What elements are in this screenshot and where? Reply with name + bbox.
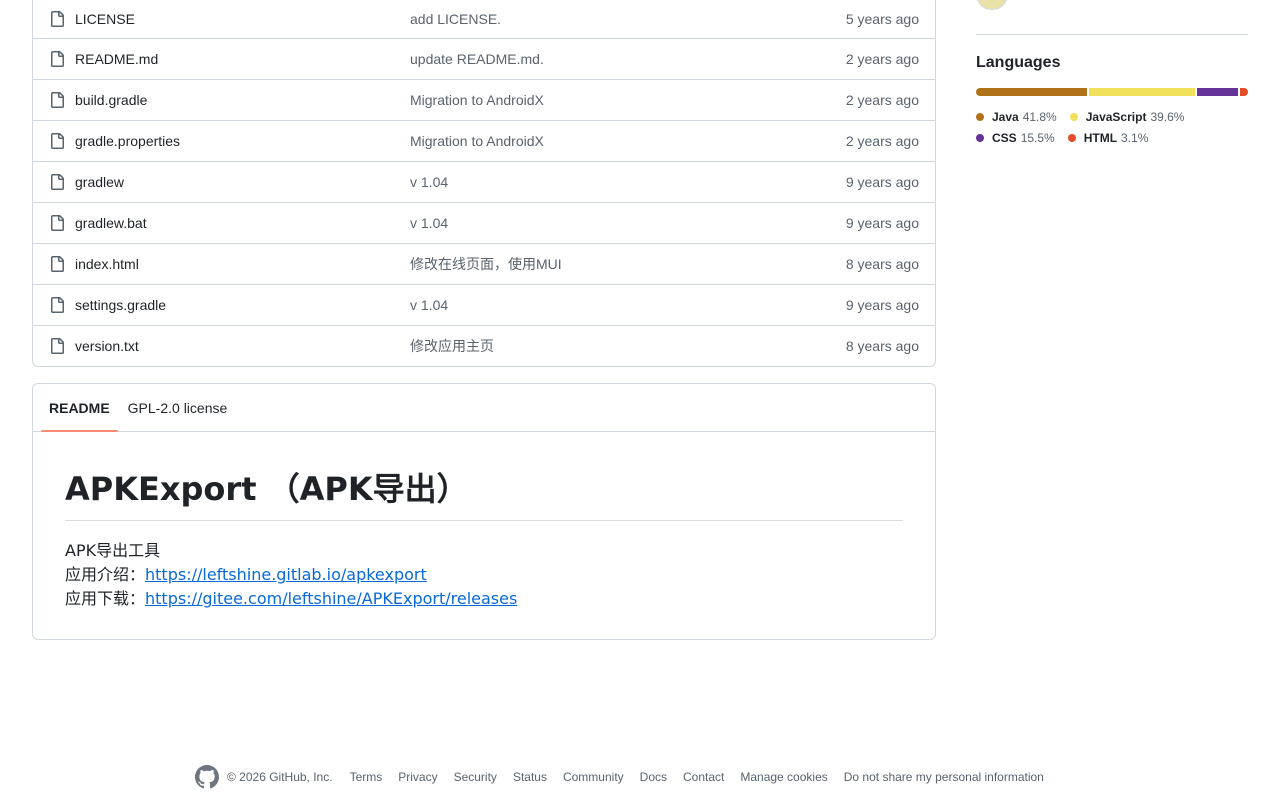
language-dot [976,112,984,121]
table-row[interactable]: settings.gradle v 1.04 9 years ago [33,284,935,325]
tab-license[interactable]: GPL-2.0 license [120,384,236,431]
table-row[interactable]: index.html 修改在线页面，使用MUI 8 years ago [33,243,935,284]
commit-date: 2 years ago [845,51,919,67]
language-list: Java 41.8% JavaScript 39.6% CSS 15.5% HT… [976,106,1248,148]
file-name-link[interactable]: version.txt [75,338,410,354]
file-icon [49,133,65,149]
commit-message-link[interactable]: Migration to AndroidX [410,92,846,108]
language-bar-segment-html[interactable] [1239,88,1248,96]
language-item-java[interactable]: Java 41.8% [976,106,1057,127]
commit-date: 5 years ago [845,11,919,27]
file-icon [49,256,65,272]
language-dot [1067,133,1076,142]
readme-label: 应用下载： [65,589,146,608]
language-bar [976,88,1248,96]
commit-date: 9 years ago [845,174,919,190]
file-icon [49,215,65,231]
file-name-link[interactable]: README.md [75,51,410,67]
language-item-javascript[interactable]: JavaScript 39.6% [1069,106,1185,127]
commit-message-link[interactable]: v 1.04 [410,297,846,313]
footer-link-terms[interactable]: Terms [350,770,383,784]
readme-panel: README GPL-2.0 license APKExport （APK导出）… [32,383,936,640]
language-percent: 41.8% [1022,109,1057,124]
footer-link-privacy[interactable]: Privacy [398,770,437,784]
commit-date: 8 years ago [845,256,919,272]
table-row[interactable]: LICENSE add LICENSE. 5 years ago [33,0,935,38]
language-name: Java [992,109,1019,124]
footer-link-docs[interactable]: Docs [640,770,667,784]
commit-message-link[interactable]: add LICENSE. [410,11,846,27]
commit-message-link[interactable]: update README.md. [410,51,846,67]
table-row[interactable]: build.gradle Migration to AndroidX 2 yea… [33,79,935,120]
main-content: LICENSE add LICENSE. 5 years ago README.… [32,0,936,640]
github-logo-icon[interactable] [195,765,219,789]
file-name-link[interactable]: LICENSE [75,11,410,27]
language-bar-segment-javascript[interactable] [1089,88,1195,96]
file-name-link[interactable]: gradlew [75,174,410,190]
language-item-html[interactable]: HTML 3.1% [1067,127,1149,148]
homepage-link[interactable]: https://leftshine.gitlab.io/apkexport [145,565,427,584]
file-name-link[interactable]: index.html [75,256,410,272]
file-name-link[interactable]: build.gradle [75,92,410,108]
language-name: JavaScript [1085,109,1147,124]
commit-date: 2 years ago [845,92,919,108]
languages-heading: Languages [976,54,1061,71]
readme-label: 应用介绍： [65,565,146,584]
readme-title: APKExport （APK导出） [65,464,903,521]
commit-date: 2 years ago [845,133,919,149]
commit-date: 9 years ago [845,215,919,231]
language-name: HTML [1083,130,1118,145]
footer-link-security[interactable]: Security [454,770,497,784]
commit-message-link[interactable]: Migration to AndroidX [410,133,846,149]
file-icon [49,11,65,27]
sidebar-divider [976,34,1248,35]
language-bar-segment-css[interactable] [1196,88,1238,96]
file-icon [49,51,65,67]
readme-line: APK导出工具 [65,541,161,560]
footer: © 2026 GitHub, Inc. Terms Privacy Securi… [195,765,1044,789]
language-dot [976,133,984,142]
language-percent: 39.6% [1150,109,1185,124]
commit-message-link[interactable]: 修改应用主页 [410,336,846,356]
file-icon [49,174,65,190]
tab-readme[interactable]: README [41,384,118,432]
footer-link-contact[interactable]: Contact [683,770,724,784]
commit-message-link[interactable]: v 1.04 [410,215,846,231]
commit-message-link[interactable]: 修改在线页面，使用MUI [410,254,846,274]
footer-link-manage-cookies[interactable]: Manage cookies [740,770,827,784]
table-row[interactable]: gradlew.bat v 1.04 9 years ago [33,202,935,243]
language-percent: 15.5% [1020,130,1055,145]
avatar[interactable] [976,0,1008,10]
language-percent: 3.1% [1121,130,1149,145]
language-item-css[interactable]: CSS 15.5% [976,127,1055,148]
file-name-link[interactable]: gradlew.bat [75,215,410,231]
file-icon [49,297,65,313]
releases-link[interactable]: https://gitee.com/leftshine/APKExport/re… [145,589,517,608]
readme-line: 应用下载：https://gitee.com/leftshine/APKExpo… [65,587,903,611]
footer-link-community[interactable]: Community [563,770,624,784]
file-name-link[interactable]: gradle.properties [75,133,410,149]
table-row[interactable]: README.md update README.md. 2 years ago [33,38,935,79]
table-row[interactable]: gradle.properties Migration to AndroidX … [33,120,935,161]
commit-date: 8 years ago [845,338,919,354]
commit-message-link[interactable]: v 1.04 [410,174,846,190]
file-table: LICENSE add LICENSE. 5 years ago README.… [32,0,936,367]
readme-body: APKExport （APK导出） APK导出工具 应用介绍：https://l… [33,432,935,639]
footer-link-do-not-share[interactable]: Do not share my personal information [844,770,1044,784]
language-name: CSS [992,130,1017,145]
commit-date: 9 years ago [845,297,919,313]
table-row[interactable]: version.txt 修改应用主页 8 years ago [33,325,935,366]
footer-link-status[interactable]: Status [513,770,547,784]
language-bar-segment-java[interactable] [976,88,1088,96]
footer-copyright: © 2026 GitHub, Inc. [227,770,333,784]
file-icon [49,92,65,108]
table-row[interactable]: gradlew v 1.04 9 years ago [33,161,935,202]
language-dot [1069,112,1078,121]
file-name-link[interactable]: settings.gradle [75,297,410,313]
readme-tabs: README GPL-2.0 license [33,384,935,432]
file-icon [49,338,65,354]
readme-line: 应用介绍：https://leftshine.gitlab.io/apkexpo… [65,563,903,587]
